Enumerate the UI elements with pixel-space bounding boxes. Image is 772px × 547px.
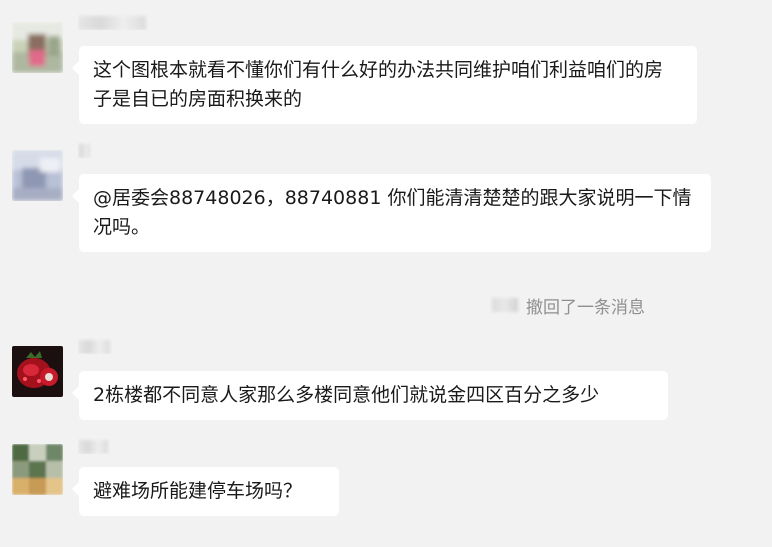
recall-notice-text: 撤回了一条消息 <box>526 297 645 318</box>
message-bubble-4[interactable]: 避难场所能建停车场吗？ <box>72 467 339 516</box>
sender-name-blur <box>78 143 90 158</box>
message-text: 这个图根本就看不懂你们有什么好的办法共同维护咱们利益咱们的房子是自已的房面积换来… <box>93 59 664 110</box>
message-bubble-2[interactable]: @居委会88748026，88740881 你们能清清楚楚的跟大家说明一下情况吗… <box>72 174 711 252</box>
sender-name-blur <box>78 339 110 354</box>
pomegranate-avatar-icon <box>12 346 63 397</box>
message-bubble-3[interactable]: 2栋楼都不同意人家那么多楼同意他们就说金四区百分之多少 <box>72 371 668 420</box>
recall-notice: 撤回了一条消息 <box>492 293 645 318</box>
sender-name-3 <box>78 338 112 354</box>
photo-avatar-icon <box>12 22 63 73</box>
photo-avatar-icon <box>12 444 63 495</box>
photo-avatar-icon <box>12 150 63 201</box>
sender-name-blur <box>78 15 146 30</box>
recall-sender-blur <box>492 298 518 312</box>
message-text: 2栋楼都不同意人家那么多楼同意他们就说金四区百分之多少 <box>93 384 600 406</box>
sender-avatar-2[interactable] <box>12 150 63 201</box>
sender-avatar-3[interactable] <box>12 346 63 397</box>
sender-name-1 <box>78 14 148 30</box>
sender-avatar-4[interactable] <box>12 444 63 495</box>
sender-avatar-1[interactable] <box>12 22 63 73</box>
message-text: 避难场所能建停车场吗？ <box>93 480 303 502</box>
sender-name-4 <box>78 438 110 454</box>
sender-name-blur <box>78 439 108 454</box>
message-text: @居委会88748026，88740881 你们能清清楚楚的跟大家说明一下情况吗… <box>93 187 692 238</box>
chat-window: 这个图根本就看不懂你们有什么好的办法共同维护咱们利益咱们的房子是自已的房面积换来… <box>0 0 772 547</box>
message-bubble-1[interactable]: 这个图根本就看不懂你们有什么好的办法共同维护咱们利益咱们的房子是自已的房面积换来… <box>72 46 697 124</box>
sender-name-2 <box>78 142 92 158</box>
